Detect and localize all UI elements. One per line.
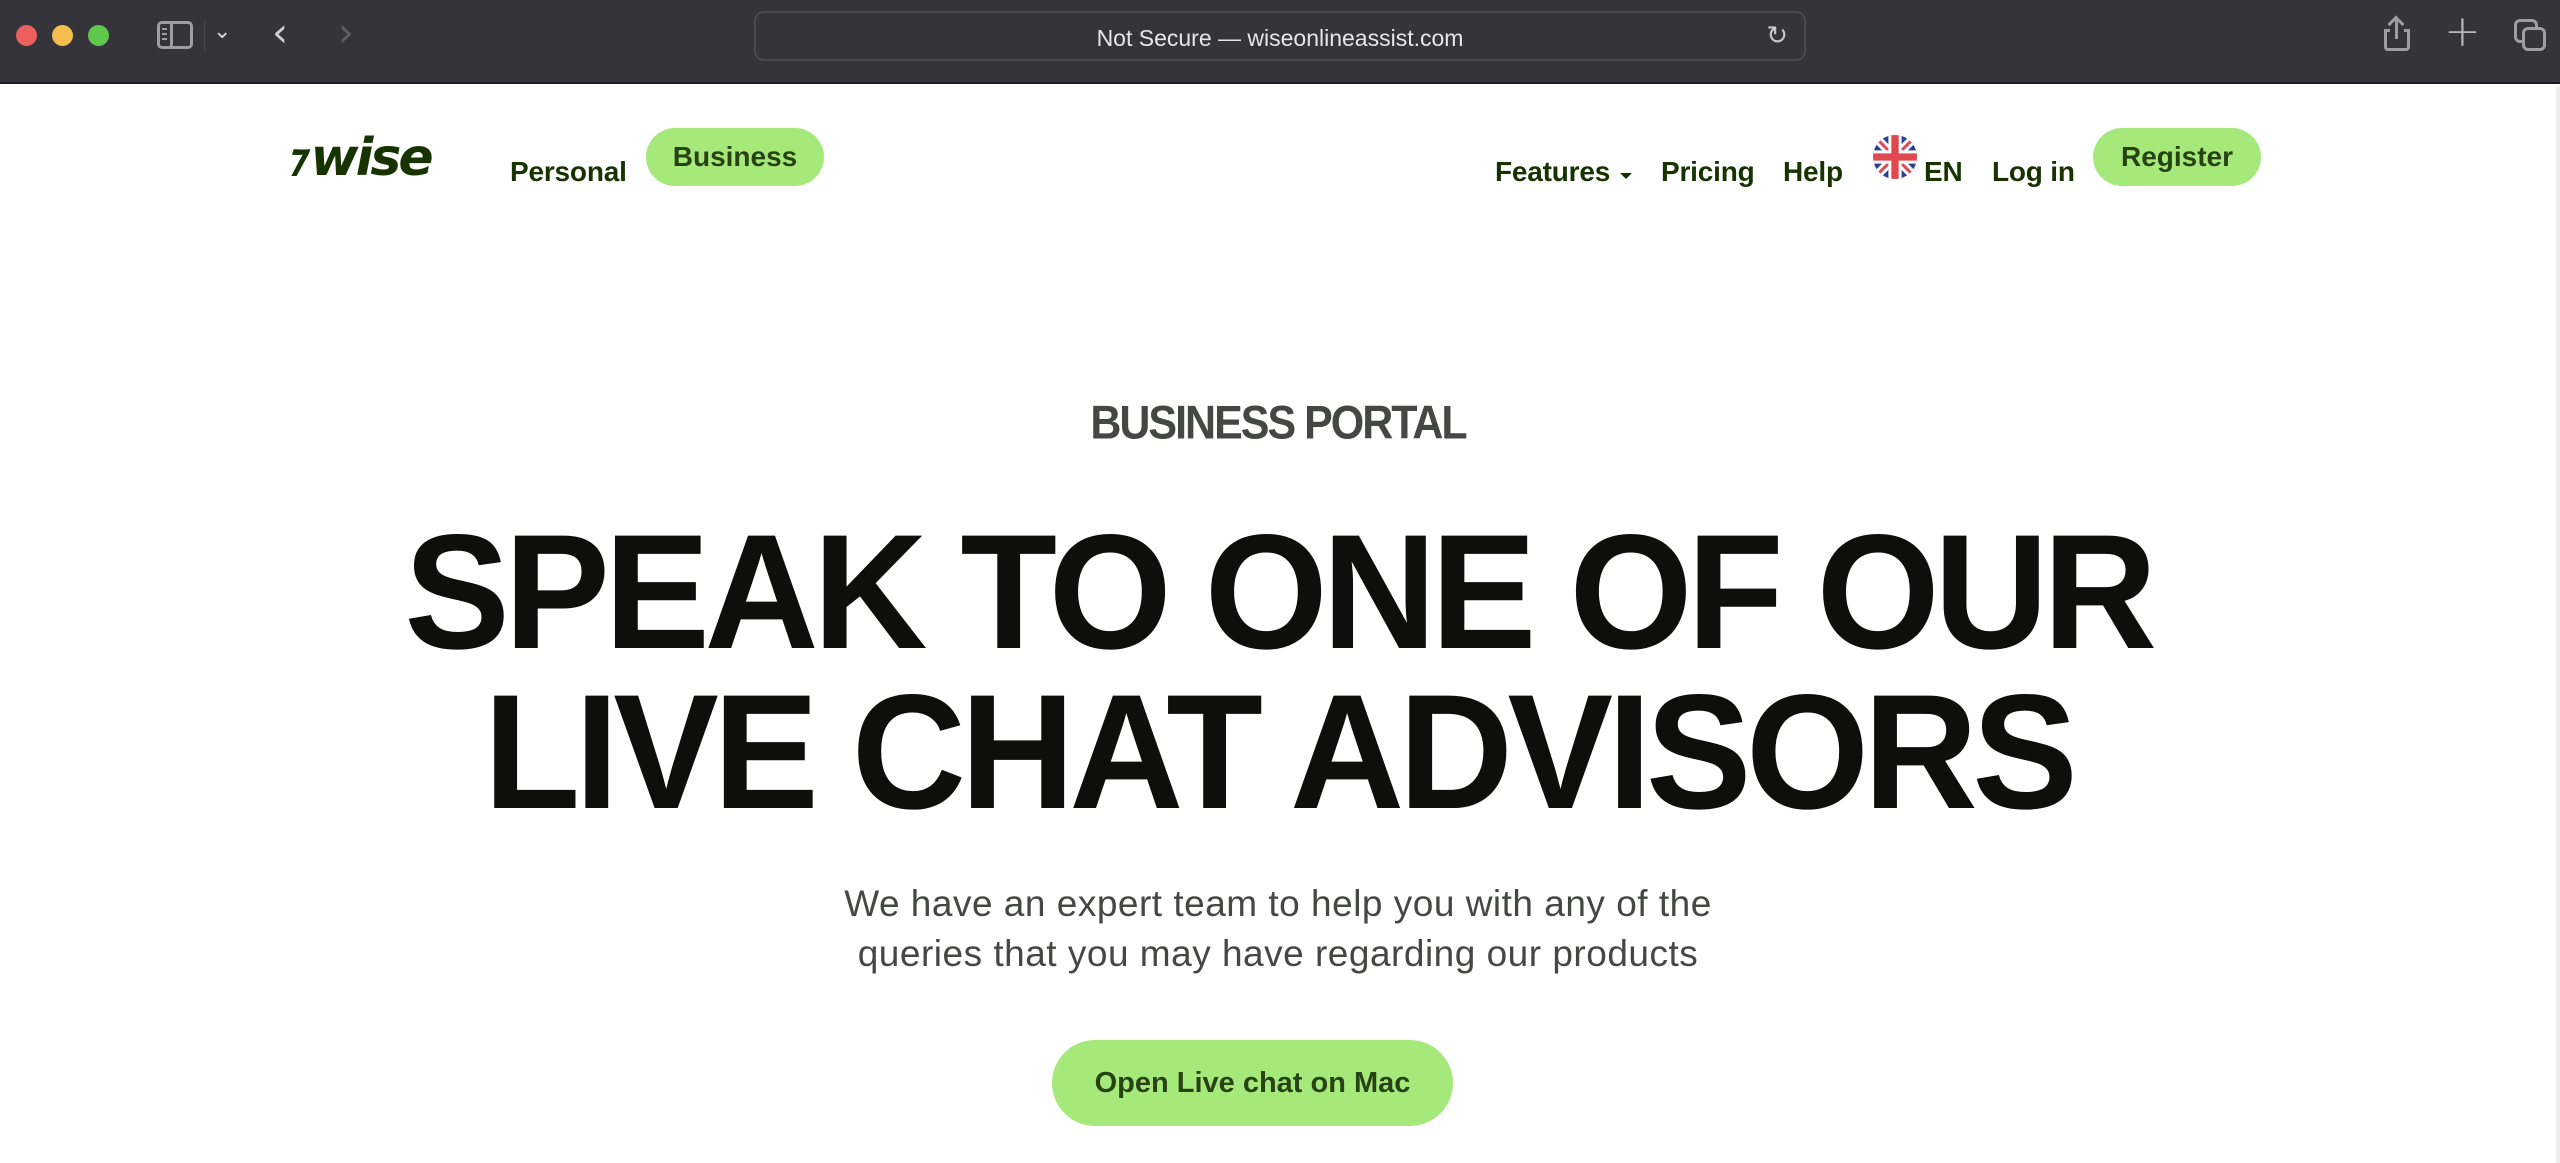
plus-icon[interactable]: + (2444, 6, 2481, 57)
toolbar-divider (204, 20, 205, 52)
login-link[interactable]: Log in (1992, 156, 2075, 188)
headline-line-1: SPEAK TO ONE OF OUR (404, 500, 2157, 684)
nav-features[interactable]: Features (1495, 156, 1610, 188)
sidebar-icon[interactable] (157, 21, 193, 49)
register-button[interactable]: Register (2093, 128, 2261, 186)
wise-logo[interactable]: ⁊ wise (284, 128, 434, 188)
chevron-down-icon[interactable]: ⌄ (213, 18, 231, 44)
tab-overview-icon[interactable] (2514, 19, 2548, 53)
nav-business[interactable]: Business (646, 128, 824, 186)
subtitle-line-2: queries that you may have regarding our … (857, 933, 1699, 974)
subtitle-line-1: We have an expert team to help you with … (844, 883, 1712, 924)
headline-line-2: LIVE CHAT ADVISORS (483, 660, 2078, 844)
nav-help[interactable]: Help (1783, 156, 1843, 188)
uk-flag-icon[interactable] (1873, 135, 1917, 179)
caret-down-icon[interactable] (1620, 173, 1632, 179)
close-window-icon[interactable] (16, 25, 37, 46)
nav-personal[interactable]: Personal (510, 156, 627, 188)
open-live-chat-button[interactable]: Open Live chat on Mac (1052, 1040, 1453, 1126)
share-icon[interactable] (2382, 15, 2412, 51)
wise-flag-icon: ⁊ (284, 135, 312, 181)
browser-toolbar: ⌄ ‹ › Not Secure — wiseonlineassist.com … (0, 0, 2560, 84)
minimize-window-icon[interactable] (52, 25, 73, 46)
web-page: ⁊ wise Personal Business Features Pricin… (0, 86, 2556, 1163)
zoom-window-icon[interactable] (88, 25, 109, 46)
eyebrow-label: BUSINESS PORTAL (1090, 396, 1467, 450)
logo-wordmark: wise (310, 128, 434, 188)
reload-icon[interactable]: ↻ (1766, 21, 1788, 51)
nav-pricing[interactable]: Pricing (1661, 156, 1755, 188)
language-selector[interactable]: EN (1924, 156, 1963, 188)
address-bar[interactable]: Not Secure — wiseonlineassist.com ↻ (754, 11, 1806, 61)
vertical-scrollbar[interactable] (2556, 86, 2560, 1163)
back-arrow-icon[interactable]: ‹ (272, 10, 288, 56)
forward-arrow-icon: › (338, 10, 354, 56)
url-text[interactable]: Not Secure — wiseonlineassist.com (756, 25, 1804, 52)
